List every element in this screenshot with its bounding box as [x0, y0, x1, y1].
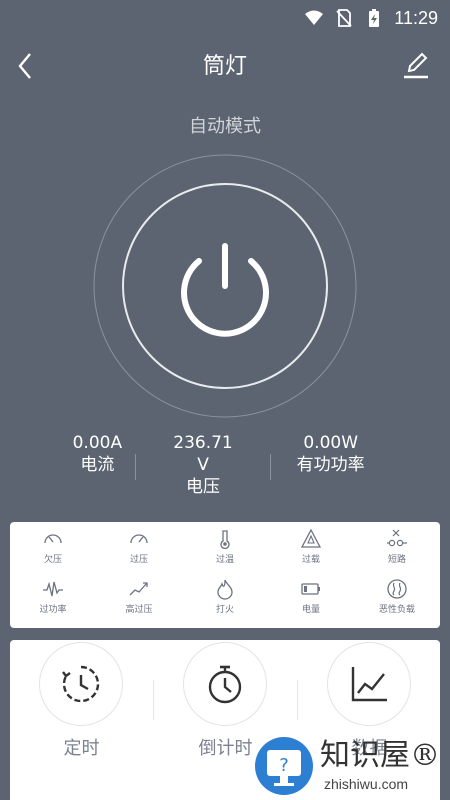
data-circle [327, 642, 411, 726]
watermark-title: 知识屋® [320, 738, 440, 773]
pencil-icon [404, 52, 428, 79]
warning-item: 过功率 [10, 578, 96, 622]
warning-item: 打火 [182, 578, 268, 622]
voltage-value: 236.71 V [173, 433, 233, 475]
warning-item: 过温 [182, 528, 268, 572]
gauge-high-icon [130, 534, 148, 544]
timer-label: 定时 [63, 738, 100, 759]
warning-label: 过压 [129, 555, 148, 565]
no-sim-icon [336, 9, 352, 27]
voltage-label: 电压 [186, 477, 220, 497]
warning-label: 过温 [215, 555, 234, 565]
warning-item: 电量 [268, 578, 354, 622]
fire-icon [217, 579, 233, 600]
gauge-low-icon [44, 534, 62, 544]
short-circuit-icon [387, 529, 407, 547]
warning-item: 短路 [354, 528, 440, 572]
warning-item: 欠压 [10, 528, 96, 572]
power-reading: 0.00W 有功功率 [271, 432, 390, 504]
wifi-icon [305, 10, 324, 25]
warning-label: 打火 [215, 605, 234, 615]
countdown-circle [183, 642, 267, 726]
warning-label: 过载 [301, 555, 320, 565]
stopwatch-icon [208, 665, 242, 704]
warning-label: 高过压 [125, 605, 153, 615]
power-button[interactable] [123, 184, 327, 388]
warning-item: 过压 [96, 528, 182, 572]
readings: 0.00A 电流 236.71 V 电压 0.00W 有功功率 [60, 432, 390, 504]
power-wave-icon [43, 581, 63, 597]
watermark: ? 知识屋® zhishiwu.com [250, 732, 450, 800]
status-bar: 11:29 [0, 0, 450, 36]
warning-item: 过载 [268, 528, 354, 572]
timer-button[interactable]: 定时 [10, 640, 153, 765]
power-icon [181, 243, 269, 337]
rising-trend-icon [129, 582, 148, 596]
watermark-url: zhishiwu.com [324, 776, 409, 792]
power-label: 有功功率 [296, 455, 365, 475]
thermometer-icon [220, 530, 230, 550]
status-time: 11:29 [394, 7, 438, 28]
mode-label: 自动模式 [189, 116, 261, 137]
timer-icon [62, 665, 100, 703]
timer-circle [39, 642, 123, 726]
battery-charging-icon [369, 9, 380, 27]
warning-label: 欠压 [43, 555, 62, 565]
current-label: 电流 [80, 455, 115, 475]
overload-triangle-icon [300, 528, 322, 548]
warning-label: 电量 [301, 605, 320, 615]
edit-button[interactable] [400, 46, 432, 82]
line-chart-icon [351, 667, 387, 702]
warning-label: 恶性负载 [378, 605, 415, 615]
page-title: 筒灯 [202, 54, 247, 79]
warning-label: 过功率 [39, 605, 67, 615]
warning-item: 高过压 [96, 578, 182, 622]
watermark-logo-icon: ? [251, 733, 317, 799]
warning-label: 短路 [387, 555, 406, 565]
current-reading: 0.00A 电流 [60, 432, 135, 504]
top-bar: 筒灯 [0, 40, 450, 88]
power-value: 0.00W [303, 433, 359, 453]
warning-card: 欠压 过压 过温 过载 短路 过功率 高过压 打火 电量 恶性负载 [10, 522, 440, 628]
malignant-load-icon [387, 579, 407, 599]
battery-icon [301, 583, 320, 595]
current-value: 0.00A [72, 433, 123, 453]
svg-text:?: ? [279, 755, 289, 776]
warning-item: 恶性负载 [354, 578, 440, 622]
voltage-reading: 236.71 V 电压 [136, 432, 271, 504]
